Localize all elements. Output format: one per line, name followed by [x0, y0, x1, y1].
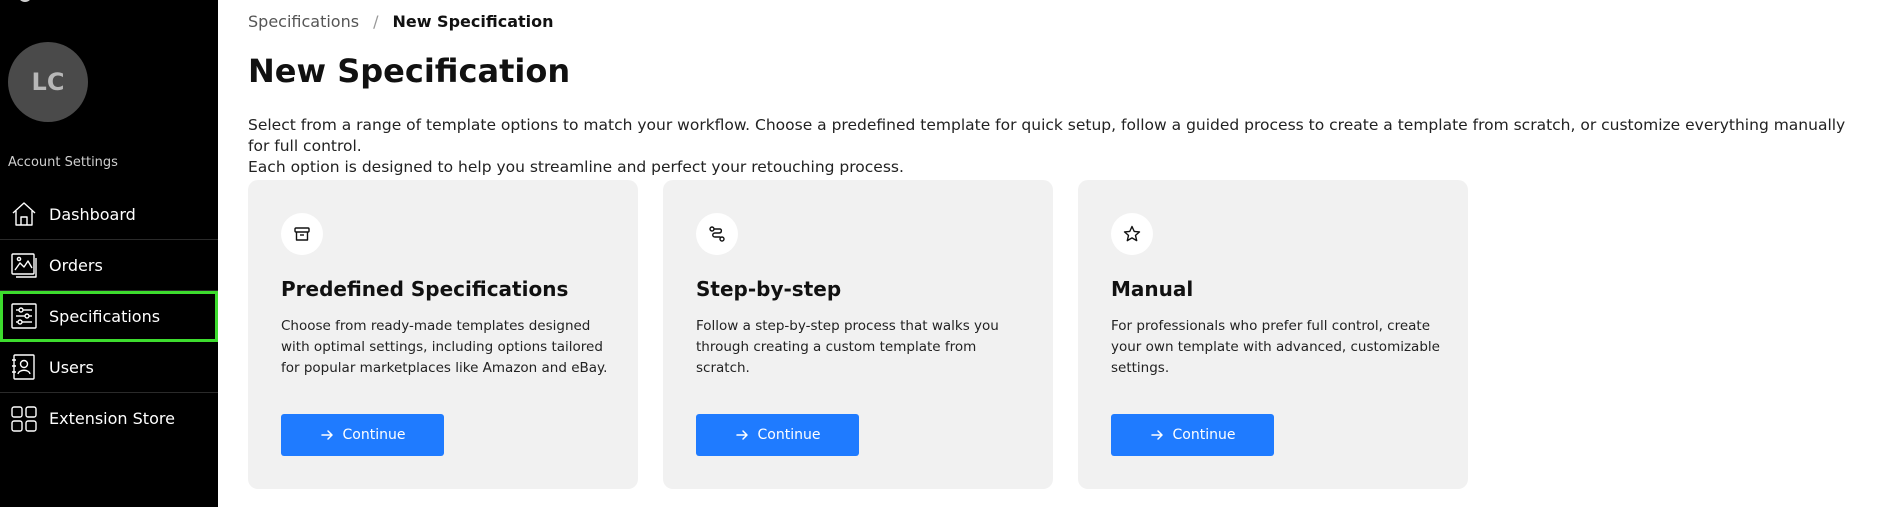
app: LC Account Settings Dashboard Orders Spe… [0, 0, 1882, 507]
sidebar-item-dashboard[interactable]: Dashboard [0, 189, 218, 240]
card-description: Choose from ready-made templates designe… [281, 318, 608, 376]
intro-line-2: Each option is designed to help you stre… [248, 158, 904, 176]
sidebar: LC Account Settings Dashboard Orders Spe… [0, 0, 218, 507]
card-manual: Manual For professionals who prefer full… [1078, 180, 1468, 489]
intro-line-1: Select from a range of template options … [248, 116, 1846, 155]
sidebar-item-specifications[interactable]: Specifications [0, 291, 218, 342]
sidebar-item-orders[interactable]: Orders [0, 240, 218, 291]
button-label: Continue [342, 427, 406, 443]
sliders-icon [10, 302, 38, 330]
card-predefined-specifications: Predefined Specifications Choose from re… [248, 180, 638, 489]
page-intro: Select from a range of template options … [248, 115, 1868, 178]
sidebar-nav: Dashboard Orders Specifications Users Ex… [0, 189, 218, 444]
route-icon [696, 213, 738, 255]
avatar[interactable]: LC [8, 42, 88, 122]
sidebar-item-users[interactable]: Users [0, 342, 218, 393]
logo [18, 0, 32, 2]
card-description: Follow a step-by-step process that walks… [696, 318, 999, 376]
contact-book-icon [10, 353, 38, 381]
page-title: New Specification [248, 52, 571, 90]
house-icon [10, 200, 38, 228]
arrow-right-icon [1150, 428, 1164, 442]
grid-icon [10, 405, 38, 433]
breadcrumb-specifications-link[interactable]: Specifications [248, 12, 359, 31]
sidebar-item-label: Orders [49, 255, 103, 275]
card-title: Manual [1111, 277, 1194, 301]
sidebar-item-label: Specifications [49, 306, 161, 326]
image-icon [10, 251, 38, 279]
sidebar-item-extension-store[interactable]: Extension Store [0, 393, 218, 444]
card-title: Step-by-step [696, 277, 842, 301]
sidebar-item-label: Extension Store [49, 409, 175, 428]
button-label: Continue [1172, 427, 1236, 443]
arrow-right-icon [320, 428, 334, 442]
button-label: Continue [757, 427, 821, 443]
continue-button-manual[interactable]: Continue [1111, 414, 1274, 456]
breadcrumb-separator: / [373, 12, 379, 31]
sidebar-item-label: Dashboard [49, 204, 136, 224]
card-description: For professionals who prefer full contro… [1111, 318, 1440, 376]
star-icon [1111, 213, 1153, 255]
account-settings-label[interactable]: Account Settings [8, 155, 118, 170]
continue-button-step-by-step[interactable]: Continue [696, 414, 859, 456]
template-options: Predefined Specifications Choose from re… [248, 180, 1468, 489]
breadcrumb: Specifications / New Specification [248, 12, 554, 31]
continue-button-predefined[interactable]: Continue [281, 414, 444, 456]
arrow-right-icon [735, 428, 749, 442]
sidebar-item-label: Users [49, 357, 94, 377]
breadcrumb-current: New Specification [392, 12, 554, 31]
card-title: Predefined Specifications [281, 277, 569, 301]
archive-icon [281, 213, 323, 255]
main-content: Specifications / New Specification New S… [248, 0, 1882, 507]
card-step-by-step: Step-by-step Follow a step-by-step proce… [663, 180, 1053, 489]
